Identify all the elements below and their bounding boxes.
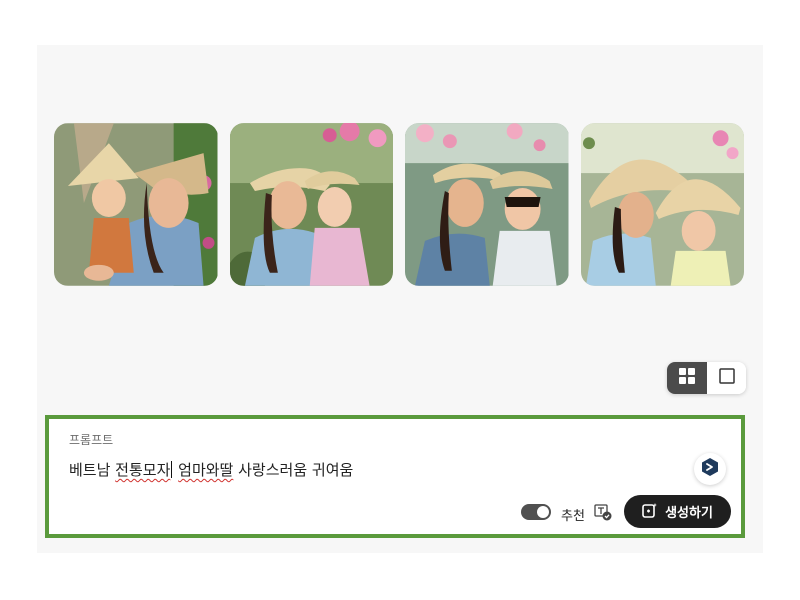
single-view-icon xyxy=(718,368,735,388)
image-1-illustration xyxy=(54,123,218,286)
text-check-icon[interactable] xyxy=(594,504,612,521)
view-mode-toggle xyxy=(667,362,746,394)
generated-image-4[interactable] xyxy=(580,123,744,286)
generated-image-1[interactable] xyxy=(54,123,218,286)
image-3-illustration xyxy=(405,123,569,286)
single-view-button[interactable] xyxy=(707,362,746,394)
prompt-assist-button[interactable] xyxy=(694,453,726,485)
prompt-panel: 프롬프트 베트남 전통모자 엄마와딸 사랑스러움 귀여움 추천 생성하기 xyxy=(45,415,745,538)
generate-label: 생성하기 xyxy=(665,506,713,521)
prompt-word-misspelled-2: 엄마와딸 xyxy=(178,461,234,479)
recommend-label: 추천 xyxy=(561,509,585,524)
prompt-label: 프롬프트 xyxy=(69,433,114,447)
generate-button[interactable]: 생성하기 xyxy=(624,495,731,528)
prompt-input[interactable]: 베트남 전통모자 엄마와딸 사랑스러움 귀여움 xyxy=(69,459,353,480)
grid-view-icon xyxy=(679,368,695,388)
image-4-illustration xyxy=(580,123,744,286)
prompt-word-misspelled-1: 전통모자 xyxy=(115,461,171,479)
generated-image-3[interactable] xyxy=(405,123,569,286)
generate-icon xyxy=(642,502,658,522)
image-gallery xyxy=(54,123,744,286)
prompt-assist-icon xyxy=(700,457,720,481)
generated-image-2[interactable] xyxy=(229,123,393,286)
image-2-illustration xyxy=(229,123,393,286)
recommend-toggle[interactable] xyxy=(521,504,551,520)
recommend-toggle-knob xyxy=(537,506,549,518)
prompt-text-end: 사랑스러움 귀여움 xyxy=(233,461,354,479)
prompt-text-start: 베트남 xyxy=(69,461,116,479)
grid-view-button[interactable] xyxy=(667,362,707,394)
